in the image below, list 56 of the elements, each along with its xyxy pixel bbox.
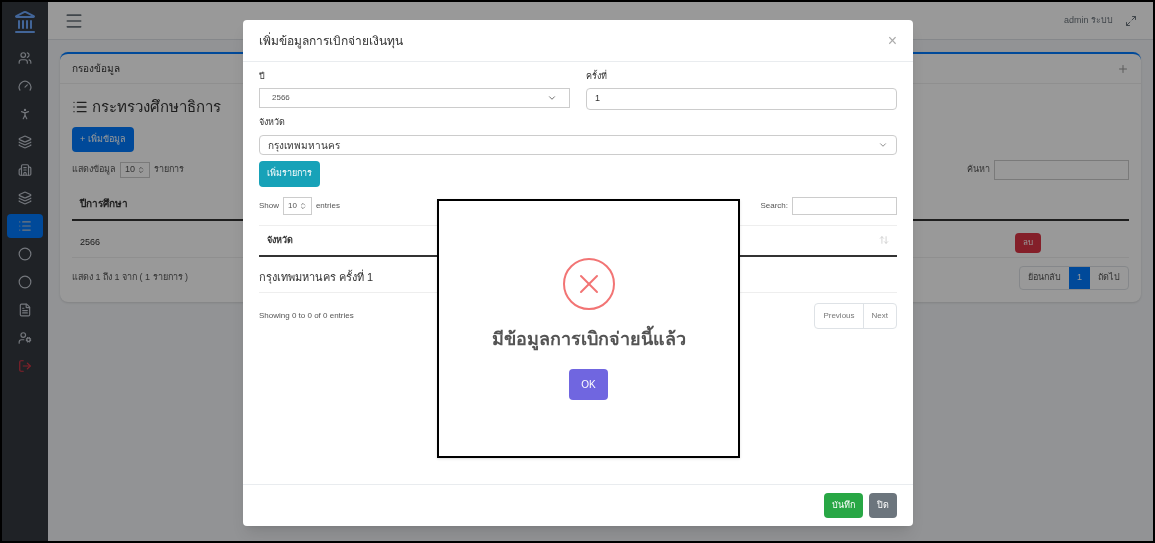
add-data-button[interactable]: + เพิ่มข้อมูล: [72, 126, 134, 152]
error-icon: [562, 257, 615, 310]
round-field[interactable]: 1: [586, 87, 897, 110]
person-icon: [18, 107, 32, 121]
province-select[interactable]: กรุงเทพมหานคร: [259, 135, 897, 155]
section-heading: กระทรวงศึกษาธิการ: [92, 97, 221, 117]
user-settings-icon: [18, 331, 32, 345]
field-label: จังหวัด: [259, 115, 286, 129]
search-label: ค้นหา: [967, 163, 990, 177]
page-button[interactable]: ถัดไป: [1090, 267, 1128, 289]
save-button[interactable]: บันทึก: [824, 492, 863, 518]
close-button[interactable]: ×: [887, 28, 897, 53]
pager-button[interactable]: Next: [862, 303, 896, 328]
cancel-button[interactable]: ปิด: [869, 492, 897, 518]
caret-icon: [878, 140, 888, 150]
entries-select[interactable]: 10: [283, 196, 312, 215]
show-label: Show: [259, 199, 279, 212]
list-icon: [18, 219, 32, 233]
field-label: ครั้งที่: [586, 70, 608, 83]
user-name[interactable]: admin ระบบ: [1064, 13, 1113, 28]
table-cell: 2566: [80, 236, 101, 250]
delete-button[interactable]: ลบ: [1015, 233, 1041, 253]
table-info: แสดง 1 ถึง 1 จาก ( 1 รายการ ): [72, 271, 188, 284]
entries-label: entries: [315, 199, 340, 212]
page-button[interactable]: 1: [1069, 267, 1090, 289]
building-icon: [18, 163, 32, 177]
logo-icon: [13, 10, 37, 34]
circle-icon: [18, 247, 32, 261]
modal-title: เพิ่มข้อมูลการเบิกจ่ายเงินทุน: [259, 31, 404, 50]
length-label: รายการ: [154, 163, 184, 177]
year-select[interactable]: 2566: [259, 87, 570, 108]
card-title: กรองข้อมูล: [72, 62, 120, 76]
length-select[interactable]: 10: [120, 162, 150, 178]
gauge-icon: [18, 79, 32, 93]
page-button[interactable]: ย้อนกลับ: [1020, 267, 1069, 289]
column-header: จังหวัด: [267, 233, 294, 247]
logout-icon: [18, 359, 32, 373]
search-label: Search:: [760, 199, 788, 212]
pager-button[interactable]: Previous: [815, 303, 863, 328]
field-label: ปี: [259, 70, 266, 83]
file-icon: [18, 303, 32, 317]
add-item-button[interactable]: เพิ่มรายการ: [259, 161, 320, 187]
alert-message: มีข้อมูลการเบิกจ่ายนี้แล้ว: [491, 325, 686, 353]
ok-button[interactable]: OK: [569, 368, 608, 400]
layers-icon: [18, 135, 32, 149]
users-icon: [18, 51, 32, 65]
table-info: Showing 0 to 0 of 0 entries: [259, 309, 355, 322]
plus-icon[interactable]: [1117, 62, 1129, 75]
fullscreen-icon[interactable]: [1125, 14, 1137, 27]
circle-icon: [18, 275, 32, 289]
search-field[interactable]: [994, 160, 1129, 180]
layers-icon: [18, 191, 32, 205]
caret-icon: [137, 166, 145, 174]
search-field[interactable]: [792, 196, 897, 215]
caret-icon: [298, 201, 307, 210]
length-label: แสดงข้อมูล: [72, 163, 116, 177]
